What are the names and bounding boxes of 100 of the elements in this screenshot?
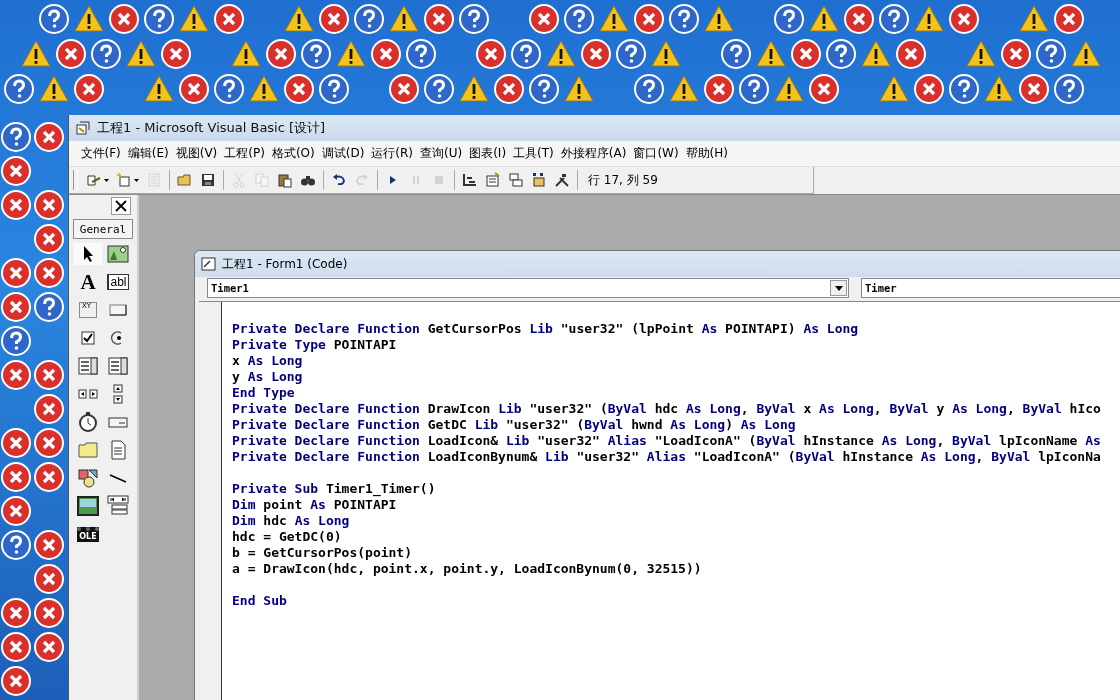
warning-icon[interactable] [914,5,944,32]
question-icon[interactable] [301,39,331,69]
label-tool[interactable]: A [80,271,96,293]
error-icon[interactable] [791,39,821,69]
warning-icon[interactable] [1071,40,1101,67]
error-icon[interactable] [319,4,349,34]
procedure-dropdown[interactable]: Timer [861,278,1120,298]
error-icon[interactable] [1,462,31,492]
error-icon[interactable] [1,666,31,696]
warning-icon[interactable] [39,75,69,102]
warning-icon[interactable] [809,5,839,32]
object-dropdown[interactable]: Timer1 [207,278,849,298]
general-tab[interactable]: General [73,219,133,239]
question-icon[interactable] [1036,39,1066,69]
list-tool-icon[interactable] [107,355,129,377]
error-icon[interactable] [1,632,31,662]
question-icon[interactable] [1,122,31,152]
ole-tool[interactable]: OLE [77,526,99,542]
error-icon[interactable] [1,496,31,526]
error-icon[interactable] [949,4,979,34]
question-icon[interactable] [406,39,436,69]
menu-item[interactable]: 外接程序(A) [557,145,630,162]
picture-tool-icon[interactable] [107,243,129,265]
error-icon[interactable] [1,598,31,628]
menu-item[interactable]: 工程(P) [220,145,269,162]
error-icon[interactable] [161,39,191,69]
error-icon[interactable] [56,39,86,69]
warning-icon[interactable] [861,40,891,67]
warning-icon[interactable] [389,5,419,32]
error-icon[interactable] [179,74,209,104]
error-icon[interactable] [844,4,874,34]
textbox-tool[interactable]: abl [107,274,129,290]
error-icon[interactable] [109,4,139,34]
error-icon[interactable] [529,4,559,34]
warning-icon[interactable] [144,75,174,102]
question-icon[interactable] [529,74,559,104]
error-icon[interactable] [34,394,64,424]
question-icon[interactable] [424,74,454,104]
error-icon[interactable] [74,74,104,104]
warning-icon[interactable] [966,40,996,67]
error-icon[interactable] [896,39,926,69]
timer-tool-icon[interactable] [77,411,99,433]
warning-icon[interactable] [74,5,104,32]
warning-icon[interactable] [984,75,1014,102]
error-icon[interactable] [494,74,524,104]
error-icon[interactable] [34,224,64,254]
error-icon[interactable] [284,74,314,104]
error-icon[interactable] [1001,39,1031,69]
error-icon[interactable] [371,39,401,69]
error-icon[interactable] [34,462,64,492]
error-icon[interactable] [1054,4,1084,34]
menu-item[interactable]: 运行(R) [367,145,417,162]
warning-icon[interactable] [651,40,681,67]
error-icon[interactable] [389,74,419,104]
warning-icon[interactable] [459,75,489,102]
question-icon[interactable] [634,74,664,104]
warning-icon[interactable] [179,5,209,32]
error-icon[interactable] [809,74,839,104]
question-icon[interactable] [564,4,594,34]
error-icon[interactable] [1019,74,1049,104]
question-icon[interactable] [616,39,646,69]
menu-item[interactable]: 格式(O) [268,145,319,162]
shape-tool-icon[interactable] [77,467,99,489]
close-button[interactable] [111,197,131,215]
menu-item[interactable]: 查询(U) [416,145,466,162]
data-tool-icon[interactable] [107,495,129,517]
question-icon[interactable] [826,39,856,69]
question-icon[interactable] [511,39,541,69]
menu-item[interactable]: 编辑(E) [124,145,173,162]
error-icon[interactable] [1,292,31,322]
warning-icon[interactable] [21,40,51,67]
question-icon[interactable] [459,4,489,34]
menu-item[interactable]: 视图(V) [172,145,221,162]
question-icon[interactable] [739,74,769,104]
warning-icon[interactable] [231,40,261,67]
error-icon[interactable] [914,74,944,104]
menu-item[interactable]: 帮助(H) [682,145,732,162]
warning-icon[interactable] [669,75,699,102]
warning-icon[interactable] [249,75,279,102]
question-icon[interactable] [1054,74,1084,104]
question-icon[interactable] [949,74,979,104]
error-icon[interactable] [34,428,64,458]
error-icon[interactable] [34,632,64,662]
question-icon[interactable] [774,4,804,34]
menu-item[interactable]: 窗口(W) [629,145,683,162]
menu-item[interactable]: 图表(I) [465,145,510,162]
warning-icon[interactable] [774,75,804,102]
error-icon[interactable] [34,258,64,288]
warning-icon[interactable] [756,40,786,67]
question-icon[interactable] [214,74,244,104]
error-icon[interactable] [214,4,244,34]
question-icon[interactable] [669,4,699,34]
error-icon[interactable] [34,190,64,220]
error-icon[interactable] [266,39,296,69]
error-icon[interactable] [476,39,506,69]
question-icon[interactable] [34,292,64,322]
error-icon[interactable] [1,156,31,186]
question-icon[interactable] [354,4,384,34]
warning-icon[interactable] [336,40,366,67]
error-icon[interactable] [1,258,31,288]
